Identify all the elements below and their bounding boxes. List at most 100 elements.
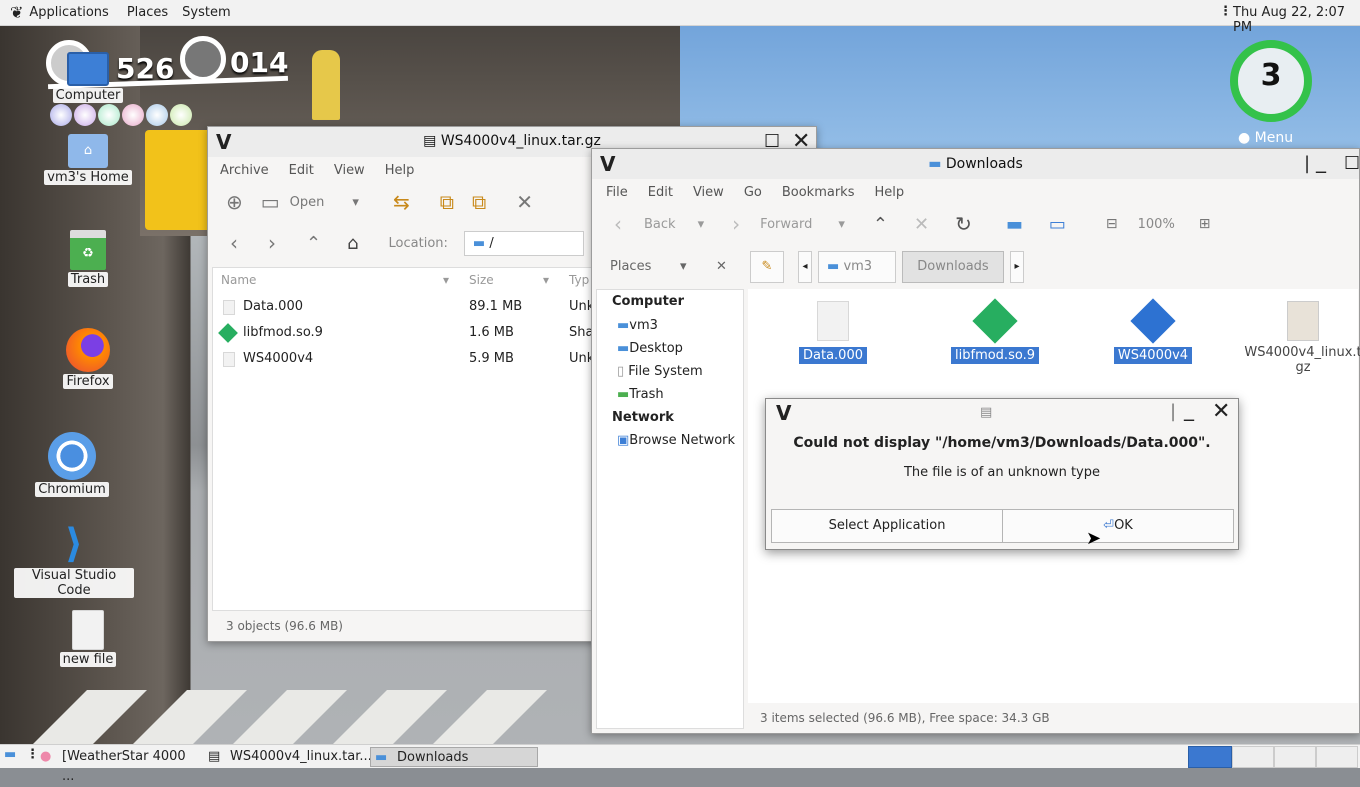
gnome-foot-icon[interactable]: ❦ [10, 3, 23, 22]
sort-icon[interactable]: ▾ [443, 268, 449, 292]
table-row[interactable]: WS4000v4 5.9 MB Unk [213, 346, 594, 372]
extract-icon[interactable]: ⇆ [393, 190, 410, 214]
reload-icon[interactable]: ↻ [955, 212, 972, 236]
places-menu[interactable]: Places [127, 5, 168, 20]
back-icon[interactable]: ‹ [230, 231, 238, 255]
column-type[interactable]: Typ [569, 268, 589, 292]
minimize-icon[interactable]: _ [1316, 149, 1326, 173]
breadcrumb-downloads[interactable]: Downloads [902, 251, 1004, 283]
menu-view[interactable]: View [693, 185, 724, 200]
menu-view[interactable]: View [334, 163, 365, 178]
places-header: Places ▾ ✕ [596, 249, 746, 289]
task-weatherstar[interactable]: ● [WeatherStar 4000 ... [36, 747, 200, 784]
menu-go[interactable]: Go [744, 185, 762, 200]
breadcrumb-left-icon[interactable]: ◂ [798, 251, 812, 283]
delete-icon[interactable]: ✕ [516, 190, 533, 214]
files-title: ▬ Downloads [928, 156, 1023, 172]
menu-edit[interactable]: Edit [648, 185, 673, 200]
new-archive-icon[interactable]: ⊕ [226, 190, 243, 214]
sidebar-item-desktop[interactable]: ▬Desktop [617, 341, 683, 356]
chevron-down-icon[interactable]: ▾ [698, 217, 705, 232]
column-size[interactable]: Size [469, 268, 494, 292]
zoom-out-icon[interactable]: ⊟ [1106, 216, 1118, 232]
forward-button[interactable]: Forward [760, 217, 812, 232]
file-item-ws4000v4[interactable]: WS4000v4 [1098, 298, 1208, 364]
menu-file[interactable]: File [606, 185, 628, 200]
workspace-1[interactable] [1188, 746, 1232, 768]
up-icon[interactable]: ⌃ [873, 214, 888, 235]
open-button[interactable]: Open [290, 195, 325, 210]
forward-arrow-icon[interactable]: › [732, 212, 740, 236]
up-icon[interactable]: ⌃ [306, 233, 321, 254]
places-selector[interactable]: Places [610, 259, 651, 274]
desktop-icon-trash[interactable]: ♻ Trash [38, 230, 138, 287]
file-item-libfmod[interactable]: libfmod.so.9 [940, 298, 1050, 364]
workspace-4[interactable] [1316, 746, 1358, 768]
zoom-in-icon[interactable]: ⊞ [1199, 216, 1211, 232]
minimize-icon[interactable]: _ [1184, 397, 1194, 421]
menu-button-icon: ● [1238, 130, 1251, 146]
home-folder-icon[interactable]: ▬ [1006, 214, 1023, 235]
workspace-2[interactable] [1232, 746, 1274, 768]
home-icon[interactable]: ⌂ [347, 233, 358, 254]
file-item-archive[interactable]: WS4000v4_linux.t gz [1244, 301, 1360, 375]
open-folder-icon[interactable]: ▭ [261, 190, 280, 214]
back-button[interactable]: Back [644, 217, 676, 232]
sidebar-item-trash[interactable]: ▬Trash [617, 387, 664, 402]
ok-icon: ⏎ [1103, 518, 1115, 533]
menu-help[interactable]: Help [874, 185, 904, 200]
workspace-3[interactable] [1274, 746, 1316, 768]
menu-help[interactable]: Help [385, 163, 415, 178]
location-label: Location: [388, 235, 448, 251]
sidebar-item-browse-network[interactable]: ▣Browse Network [617, 433, 735, 448]
panel-handle-icon[interactable]: ⋮ [1219, 4, 1232, 19]
computer-icon[interactable]: ▭ [1049, 214, 1066, 235]
chevron-down-icon[interactable]: ▾ [680, 259, 687, 274]
breadcrumb-right-icon[interactable]: ▸ [1010, 251, 1024, 283]
location-field[interactable]: ▬ / [463, 230, 584, 256]
files-titlebar[interactable]: V ▬ Downloads | _ ☐ [592, 149, 1360, 179]
maximize-icon[interactable]: ☐ [1344, 153, 1360, 174]
back-arrow-icon[interactable]: ‹ [614, 212, 622, 236]
desktop-icon-computer[interactable]: Computer [38, 52, 138, 103]
forward-icon[interactable]: › [268, 231, 276, 255]
chevron-down-icon[interactable]: ▾ [838, 217, 845, 232]
close-sidebar-icon[interactable]: ✕ [716, 259, 727, 274]
breadcrumb-vm3[interactable]: ▬ vm3 [818, 251, 896, 283]
sidebar-heading-network: Network [612, 410, 674, 425]
stop-icon[interactable]: ✕ [914, 214, 929, 235]
show-desktop-icon[interactable]: ▬ [4, 747, 16, 762]
sidebar-item-file-system[interactable]: ▯ File System [617, 364, 703, 379]
toggle-location-icon[interactable]: ✎ [750, 251, 784, 283]
chevron-down-icon[interactable]: ▾ [352, 195, 359, 210]
task-downloads[interactable]: ▬ Downloads [370, 747, 538, 767]
clock[interactable]: Thu Aug 22, 2:07 PM [1233, 5, 1360, 35]
ok-button[interactable]: ⏎OK [1002, 509, 1234, 543]
wallpaper-lamp [312, 50, 340, 120]
column-name[interactable]: Name [221, 268, 256, 292]
menu-bookmarks[interactable]: Bookmarks [782, 185, 855, 200]
trash-icon: ♻ [70, 230, 106, 270]
desktop-icon-firefox[interactable]: Firefox [38, 328, 138, 389]
dialog-app-icon: ▤ [980, 405, 993, 420]
task-archive[interactable]: ▤ WS4000v4_linux.tar.... [204, 747, 376, 767]
applications-menu[interactable]: Applications [29, 5, 108, 20]
sort-icon[interactable]: ▾ [543, 268, 549, 292]
system-menu[interactable]: System [182, 5, 230, 20]
add-folder-icon[interactable]: ⧉ [472, 190, 486, 214]
window-menu-icon[interactable]: V [776, 401, 791, 425]
file-item-data000[interactable]: Data.000 [788, 301, 878, 364]
desktop-icon-chromium[interactable]: Chromium [22, 432, 122, 497]
life-meter: 3 [1230, 40, 1312, 122]
table-row[interactable]: Data.000 89.1 MB Unk [213, 294, 594, 320]
close-icon[interactable]: ✕ [1212, 399, 1230, 424]
menu-edit[interactable]: Edit [289, 163, 314, 178]
select-application-button[interactable]: Select Application [771, 509, 1003, 543]
table-row[interactable]: libfmod.so.9 1.6 MB Sha [213, 320, 593, 346]
menu-archive[interactable]: Archive [220, 163, 269, 178]
desktop-icon-home[interactable]: ⌂ vm3's Home [38, 134, 138, 185]
add-files-icon[interactable]: ⧉ [440, 190, 454, 214]
desktop-icon-new-file[interactable]: new file [38, 610, 138, 667]
sidebar-item-vm3[interactable]: ▬vm3 [617, 318, 658, 333]
desktop-icon-vscode[interactable]: ⟩ Visual Studio Code [14, 522, 134, 598]
